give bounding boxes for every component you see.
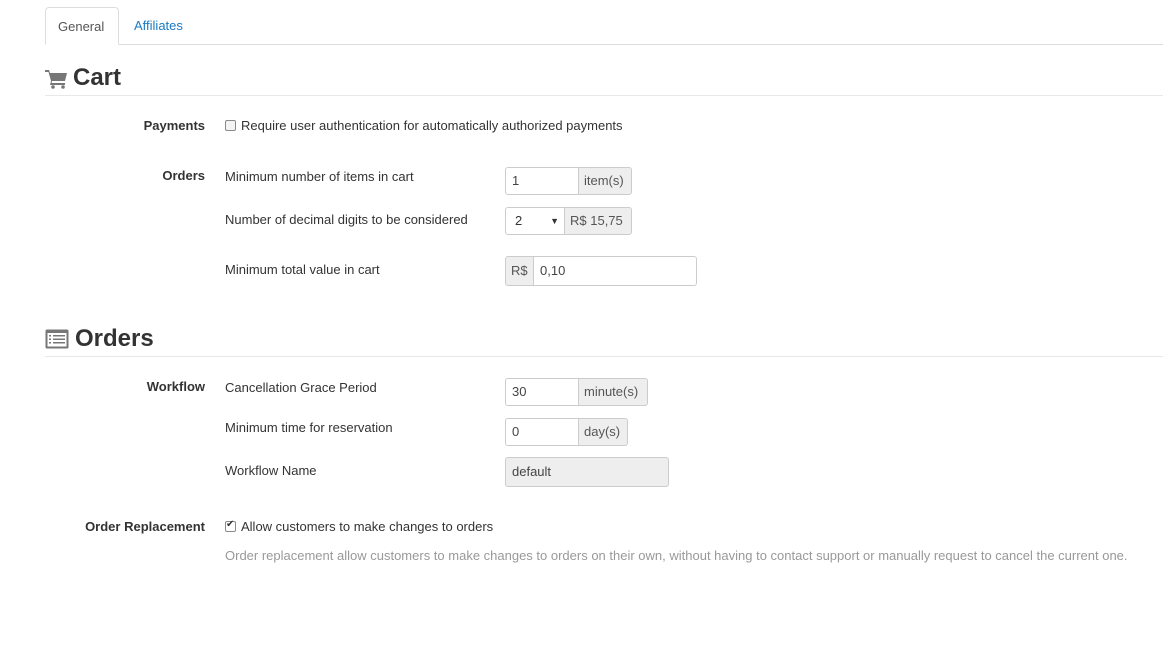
cart-section-title: Cart xyxy=(73,64,122,91)
cart-section-header: Cart xyxy=(45,61,1163,96)
min-total-label: Minimum total value in cart xyxy=(225,262,380,277)
allow-changes-checkbox-label: Allow customers to make changes to order… xyxy=(241,519,494,534)
payments-label: Payments xyxy=(143,118,205,133)
tab-affiliates[interactable]: Affiliates xyxy=(122,7,195,44)
list-alt-icon xyxy=(45,329,69,352)
orders-group-label: Orders xyxy=(162,168,205,183)
min-total-currency: R$ xyxy=(505,256,534,286)
workflow-label: Workflow xyxy=(146,379,205,394)
settings-tabs: General Affiliates xyxy=(45,7,1163,45)
workflow-name-label: Workflow Name xyxy=(225,463,317,478)
grace-period-label: Cancellation Grace Period xyxy=(225,380,377,395)
grace-period-input[interactable]: 30 xyxy=(505,378,579,406)
reservation-time-input[interactable]: 0 xyxy=(505,418,579,446)
min-items-input[interactable]: 1 xyxy=(505,167,579,195)
workflow-name-input: default xyxy=(505,457,669,487)
allow-changes-checkbox[interactable] xyxy=(225,519,236,532)
shopping-cart-icon xyxy=(45,69,69,92)
tab-general[interactable]: General xyxy=(45,7,119,45)
require-auth-checkbox-label: Require user authentication for automati… xyxy=(241,118,623,133)
order-replacement-help-text: Order replacement allow customers to mak… xyxy=(225,548,1128,563)
require-auth-checkbox[interactable] xyxy=(225,120,236,131)
min-total-input[interactable]: 0,10 xyxy=(533,256,697,286)
decimal-example: R$ 15,75 xyxy=(564,207,632,235)
min-items-unit: item(s) xyxy=(578,167,632,195)
decimal-digits-label: Number of decimal digits to be considere… xyxy=(225,212,468,227)
caret-down-icon: ▼ xyxy=(550,216,559,226)
order-replacement-label: Order Replacement xyxy=(85,519,205,534)
decimal-digits-value: 2 xyxy=(515,213,523,228)
reservation-time-label: Minimum time for reservation xyxy=(225,420,393,435)
reservation-time-unit: day(s) xyxy=(578,418,628,446)
orders-section-header: Orders xyxy=(45,322,1163,357)
grace-period-unit: minute(s) xyxy=(578,378,648,406)
decimal-digits-select[interactable]: 2 ▼ xyxy=(505,207,565,235)
orders-section-title: Orders xyxy=(75,325,154,352)
min-items-label: Minimum number of items in cart xyxy=(225,169,414,184)
